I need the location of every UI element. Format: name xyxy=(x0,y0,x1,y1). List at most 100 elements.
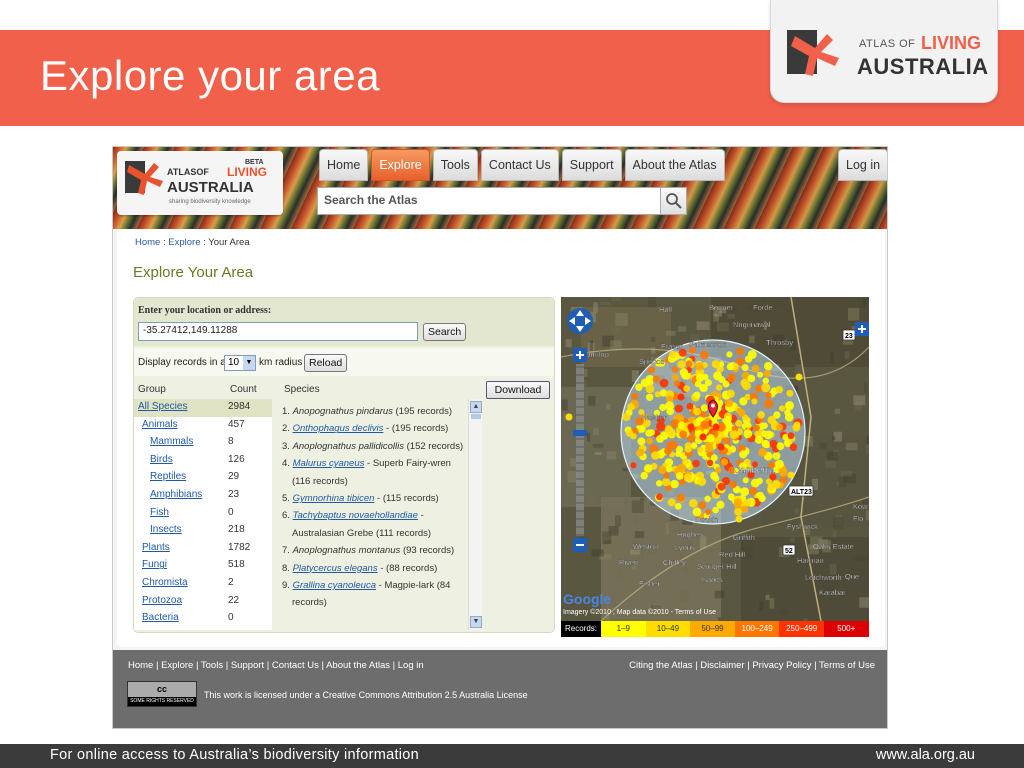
species-name-link[interactable]: Malurus cyaneus xyxy=(293,458,365,469)
record-dot xyxy=(677,393,685,401)
terrain-texture xyxy=(866,435,869,445)
record-dot xyxy=(786,389,794,397)
record-dot xyxy=(685,360,693,368)
footer-link[interactable]: Privacy Policy xyxy=(752,660,811,671)
footer-link[interactable]: Citing the Atlas xyxy=(629,660,692,671)
footer-link[interactable]: Contact Us xyxy=(272,660,319,671)
species-name-link[interactable]: Platycercus elegans xyxy=(293,563,378,574)
record-dot xyxy=(622,412,631,421)
group-row[interactable]: Fish 0 xyxy=(134,505,272,523)
cc-license-badge[interactable]: cc SOME RIGHTS RESERVED xyxy=(127,681,197,707)
record-dot xyxy=(699,433,707,441)
login-button[interactable]: Log in xyxy=(838,149,887,181)
record-dot xyxy=(656,493,663,501)
radius-value: 10 xyxy=(228,357,240,368)
breadcrumb-home[interactable]: Home xyxy=(135,237,160,248)
group-row[interactable]: Plants 1782 xyxy=(134,540,272,558)
group-row[interactable]: Chromista 2 xyxy=(134,575,272,593)
breadcrumb: Home : Explore : Your Area xyxy=(135,237,250,248)
group-row[interactable]: Birds 126 xyxy=(134,452,272,470)
record-dot xyxy=(704,379,712,387)
terrain-texture xyxy=(565,339,572,348)
footer-link[interactable]: Explore xyxy=(161,660,193,671)
record-dot xyxy=(761,439,770,448)
scroll-up-icon[interactable]: ▲ xyxy=(470,401,482,413)
search-input[interactable]: Search the Atlas xyxy=(317,187,687,215)
nav-about-the-atlas[interactable]: About the Atlas xyxy=(624,149,725,181)
record-dot xyxy=(627,403,635,411)
footer-link[interactable]: About the Atlas xyxy=(326,660,390,671)
terrain-texture xyxy=(859,597,869,608)
terrain-texture xyxy=(848,307,860,321)
terrain-texture xyxy=(714,590,725,599)
footer-link[interactable]: Terms of Use xyxy=(819,660,875,671)
search-button[interactable] xyxy=(660,188,686,214)
scroll-thumb[interactable] xyxy=(471,414,481,419)
breadcrumb-explore[interactable]: Explore xyxy=(168,237,200,248)
species-name-link[interactable]: Onthophagus declivis xyxy=(293,423,384,434)
terrain-texture xyxy=(593,428,599,436)
record-dot xyxy=(662,478,671,487)
group-row[interactable]: Protozoa 22 xyxy=(134,593,272,611)
terrain-texture xyxy=(858,299,866,308)
group-row[interactable]: Fungi 518 xyxy=(134,557,272,575)
radius-suffix: km radius xyxy=(259,357,303,368)
terrain-texture xyxy=(633,514,638,524)
slide-title: Explore your area xyxy=(40,52,381,99)
record-dot xyxy=(645,384,655,394)
nav-explore[interactable]: Explore xyxy=(371,149,430,181)
download-button[interactable]: Download xyxy=(486,381,550,399)
radius-select[interactable]: 10 ▼ xyxy=(224,355,256,371)
nav-home[interactable]: Home xyxy=(319,149,369,181)
zoom-slider-track xyxy=(576,364,584,536)
count-column-header: Count xyxy=(230,384,257,395)
record-dot xyxy=(729,430,739,439)
website-screenshot: BETA ATLASOF LIVING AUSTRALIA sharing bi… xyxy=(112,146,888,729)
record-dot xyxy=(667,498,676,507)
terrain-texture xyxy=(866,444,869,454)
site-logo[interactable]: BETA ATLASOF LIVING AUSTRALIA sharing bi… xyxy=(117,151,283,215)
species-name-link[interactable]: Tachybaptus novaehollandiae xyxy=(293,510,418,521)
record-dot xyxy=(692,459,700,468)
footer-link[interactable]: Log in xyxy=(398,660,424,671)
legend-bin: 500+ xyxy=(823,621,869,637)
species-name-link: Anoplognathus montanus xyxy=(292,545,401,557)
map-view[interactable]: Hall Bonner Forde Nugunawal Throsby Fraser Pal… xyxy=(561,297,869,621)
species-scrollbar[interactable]: ▲ ▼ xyxy=(468,399,482,630)
location-search-button[interactable]: Search xyxy=(423,323,467,341)
group-row[interactable]: Animals 457 xyxy=(134,417,272,435)
species-name-link: Anopognathus pindarus xyxy=(292,406,393,417)
location-input[interactable]: -35.27412,149.11288 xyxy=(138,322,418,341)
footer-link[interactable]: Support xyxy=(231,660,264,671)
breadcrumb-current: Your Area xyxy=(208,237,250,248)
record-dot xyxy=(635,383,643,391)
terrain-texture xyxy=(834,408,841,414)
group-row[interactable]: All Species 2984 xyxy=(134,399,272,417)
terrain-texture xyxy=(610,340,622,350)
record-dot xyxy=(764,361,773,371)
footer-link[interactable]: Tools xyxy=(201,660,223,671)
record-dot xyxy=(717,443,725,451)
record-dot xyxy=(736,407,743,415)
footer-link[interactable]: Home xyxy=(128,660,153,671)
slide-footer-url[interactable]: www.ala.org.au xyxy=(876,747,975,763)
map-place-label: Bonner xyxy=(709,303,734,312)
species-name-link[interactable]: Gymnorhina tibicen xyxy=(293,493,375,504)
satellite-map[interactable]: Hall Bonner Forde Nugunawal Throsby Fraser Pal… xyxy=(561,297,869,621)
terrain-texture xyxy=(794,508,800,514)
nav-tools[interactable]: Tools xyxy=(432,149,478,181)
species-name-link[interactable]: Grallina cyanoleuca xyxy=(293,580,376,591)
reload-button[interactable]: Reload xyxy=(304,354,348,372)
nav-support[interactable]: Support xyxy=(561,149,622,181)
slide-footer-text: For online access to Australia’s biodive… xyxy=(50,747,420,763)
ala-logo-mark-icon xyxy=(787,30,839,76)
group-row[interactable]: Amphibians 23 xyxy=(134,487,272,505)
scroll-down-icon[interactable]: ▼ xyxy=(470,616,482,628)
nav-contact-us[interactable]: Contact Us xyxy=(480,149,559,181)
group-row[interactable]: Reptiles 29 xyxy=(134,469,272,487)
group-row[interactable]: Insects 218 xyxy=(134,522,272,540)
terrain-texture xyxy=(765,594,770,600)
group-row[interactable]: Bacteria 0 xyxy=(134,610,272,628)
group-row[interactable]: Mammals 8 xyxy=(134,434,272,452)
footer-link[interactable]: Disclaimer xyxy=(700,660,744,671)
